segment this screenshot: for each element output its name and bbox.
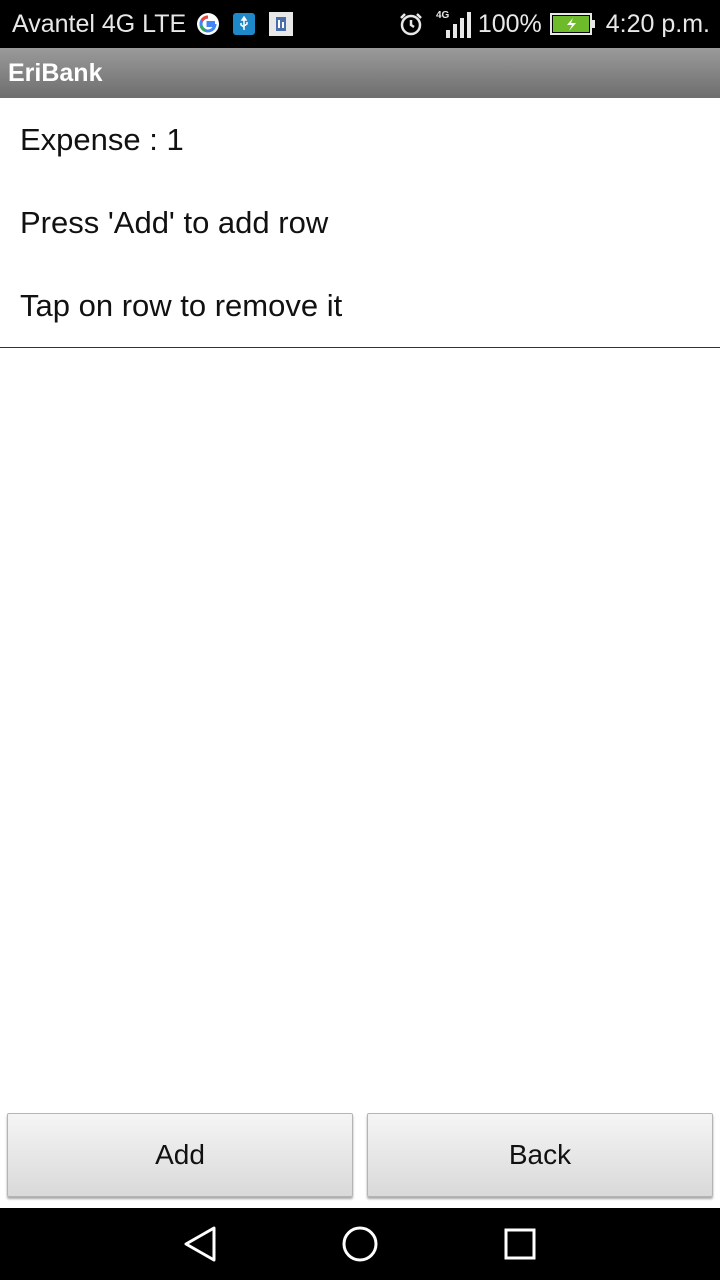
recents-icon[interactable] (500, 1224, 540, 1264)
status-right: 4G 100% 4:20 p.m. (398, 8, 710, 40)
back-icon[interactable] (180, 1224, 220, 1264)
list-item-remove-hint[interactable]: Tap on row to remove it (0, 264, 720, 347)
add-button[interactable]: Add (7, 1113, 353, 1197)
button-row: Add Back (0, 1113, 720, 1197)
expense-list: Expense : 1 Press 'Add' to add row Tap o… (0, 98, 720, 348)
signal-icon: 4G (436, 8, 472, 40)
back-button[interactable]: Back (367, 1113, 713, 1197)
carrier-label: Avantel 4G LTE (12, 9, 187, 38)
alarm-icon (398, 11, 424, 37)
list-item-expense[interactable]: Expense : 1 (0, 98, 720, 181)
usb-icon (232, 12, 256, 36)
sim-app-icon (268, 11, 294, 37)
navigation-bar (0, 1208, 720, 1280)
battery-icon (549, 13, 596, 35)
battery-percent: 100% (477, 9, 542, 38)
action-bar: EriBank (0, 48, 720, 98)
clock: 4:20 p.m. (605, 9, 710, 38)
google-icon (196, 12, 220, 36)
status-left: Avantel 4G LTE (12, 10, 306, 39)
status-bar: Avantel 4G LTE 4G 100% 4:20 p.m. (0, 0, 720, 48)
list-divider (0, 347, 720, 348)
network-badge: 4G (436, 10, 450, 21)
list-item-add-hint[interactable]: Press 'Add' to add row (0, 181, 720, 264)
app-title: EriBank (8, 58, 103, 87)
home-icon[interactable] (340, 1224, 380, 1264)
